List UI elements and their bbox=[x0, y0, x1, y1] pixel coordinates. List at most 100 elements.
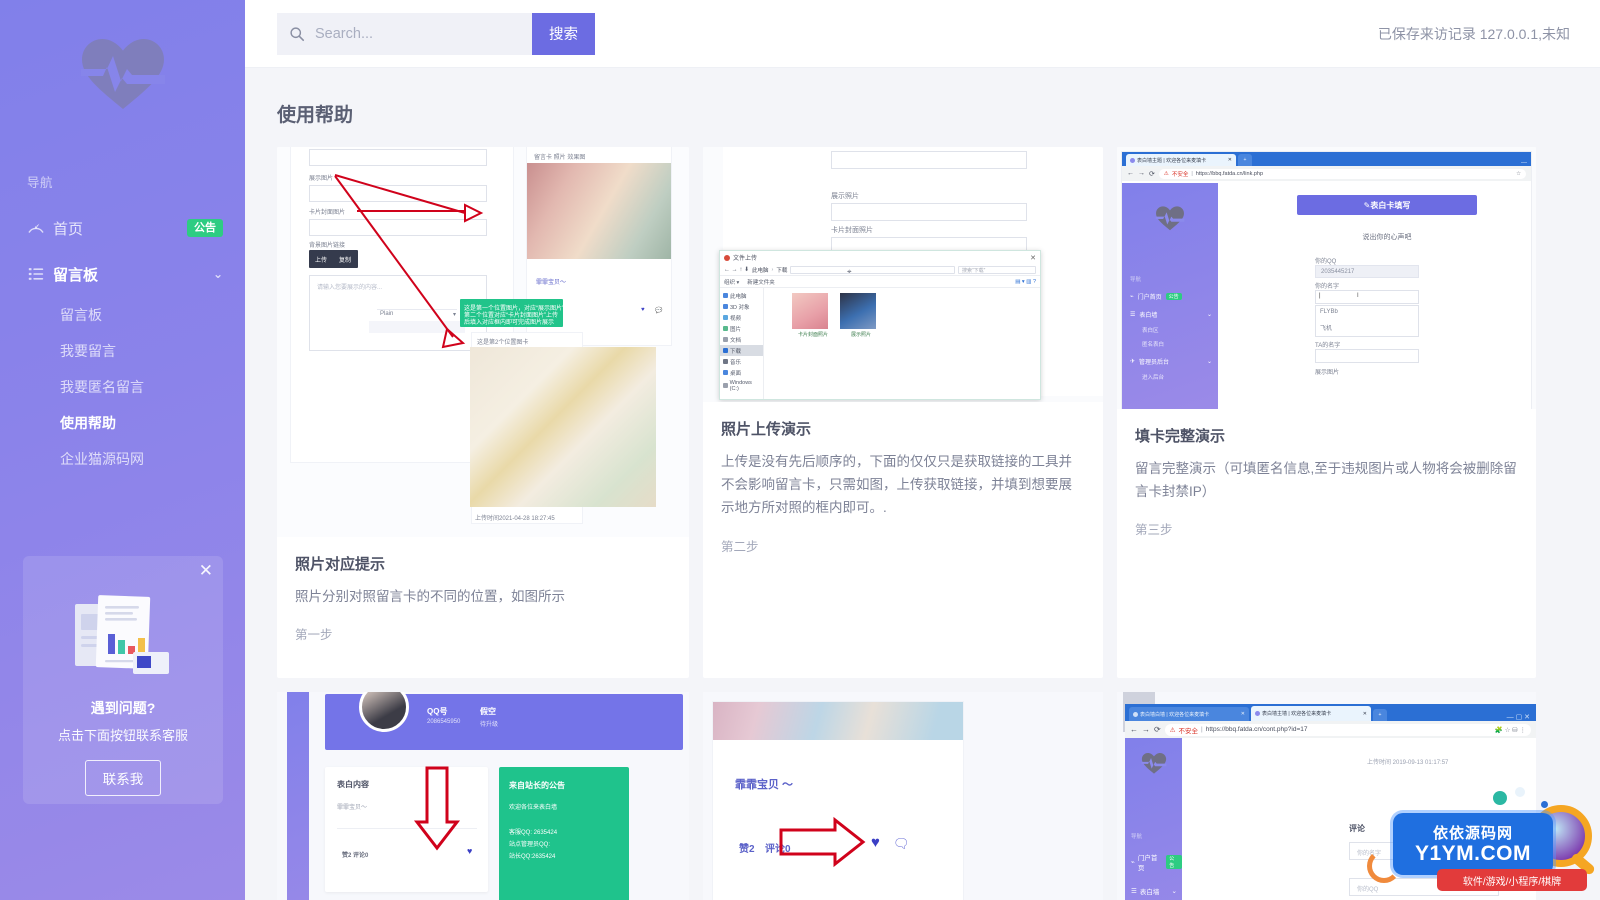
form-subtitle: 说出你的心声吧 bbox=[1362, 234, 1412, 241]
cursor-icon: ⌖ bbox=[847, 267, 852, 276]
dialog-organize-button[interactable]: 组织 ▾ bbox=[724, 278, 739, 286]
page-title: 使用帮助 bbox=[277, 105, 354, 126]
app-root: 导航 首页 公告 留言板 ⌄ 留言板 我要留言 我要匿名留言 使用帮助 企业猫源… bbox=[0, 0, 1600, 900]
address-text: https://bbq.fatda.cn/cont.php?id=17 bbox=[1205, 726, 1308, 733]
card-text: 上传是没有先后顺序的，下面的仅仅只是获取链接的工具并不会影响留言卡，只需如图，上… bbox=[721, 454, 1072, 516]
help-card-photo-mapping[interactable]: 展示图片 卡片封面图片 背景图片链接 上传 复制 请输入您要展示的内容... P… bbox=[277, 147, 689, 678]
forward-button[interactable]: → bbox=[1142, 725, 1150, 734]
help-card-result-demo[interactable]: QQ号 2086545950 假空 待升级 表白内容 霏霏宝贝～ 赞2 评论0 … bbox=[277, 692, 689, 900]
new-tab-button[interactable]: + bbox=[1238, 154, 1252, 166]
close-icon[interactable]: ✕ bbox=[1030, 254, 1036, 262]
extensions-icon[interactable]: 🧩 ☆ ⛁ ⋮ bbox=[1495, 726, 1526, 734]
new-tab-button[interactable]: + bbox=[1373, 709, 1387, 721]
help-card-title: 遇到问题? bbox=[90, 700, 156, 716]
bookmark-icon[interactable]: ☆ bbox=[1516, 171, 1521, 177]
card-title: 照片上传演示 bbox=[721, 421, 812, 438]
help-card-subtitle: 点击下面按钮联系客服 bbox=[57, 728, 188, 743]
mini-nav-subitem[interactable]: 表白区 bbox=[1122, 326, 1218, 334]
dialog-nav-3d[interactable]: 3D 对象 bbox=[720, 301, 763, 312]
sidebar-subitem-label: 企业猫源码网 bbox=[60, 451, 144, 467]
dialog-search-input[interactable]: 搜索“下载” bbox=[958, 265, 1036, 274]
sidebar-subitem-label: 我要留言 bbox=[60, 343, 116, 359]
dialog-nav-downloads[interactable]: 下载 bbox=[720, 345, 763, 356]
mini-nav-item[interactable]: ✈ 管理员后台 ⌄ bbox=[1122, 357, 1218, 366]
card-text: 留言完整演示（可填匿名信息,至于违规图片或人物将会被删除留言卡封禁IP） bbox=[1135, 461, 1517, 500]
sidebar: 导航 首页 公告 留言板 ⌄ 留言板 我要留言 我要匿名留言 使用帮助 企业猫源… bbox=[0, 0, 245, 900]
dialog-nav-this-pc[interactable]: 此电脑 bbox=[720, 290, 763, 301]
help-card-like-demo[interactable]: 霏霏宝贝 ～ 赞2 评论0 ♥ 🗨 bbox=[703, 692, 1103, 900]
sidebar-subitem-help[interactable]: 使用帮助 bbox=[0, 405, 245, 441]
reload-button[interactable]: ⟳ bbox=[1154, 725, 1161, 734]
security-label: 不安全 bbox=[1171, 171, 1189, 178]
thumbnail-complete-demo: 表白墙主题 | 欢迎各位来麦填卡 ✕ + — ← → ⟳ ⚠ 不安全 | htt… bbox=[1117, 147, 1536, 409]
file-upload-dialog: 文件上传 ✕ ← → ↑ ⬇ 此电脑 › 下载 搜索“下载” 组织 ▾ 新建文件… bbox=[719, 250, 1041, 400]
contact-support-button[interactable]: 联系我 bbox=[84, 760, 162, 796]
thumbnail-result-demo: QQ号 2086545950 假空 待升级 表白内容 霏霏宝贝～ 赞2 评论0 … bbox=[277, 692, 689, 900]
card-body: 照片上传演示 上传是没有先后顺序的，下面的仅仅只是获取链接的工具并不会影响留言卡… bbox=[703, 402, 1103, 577]
help-card-photo-upload[interactable]: 展示照片 卡片封面照片 文件上传 ✕ ← → ↑ ⬇ 此电脑 › 下载 搜索“下… bbox=[703, 147, 1103, 678]
sidebar-subitem-label: 我要匿名留言 bbox=[60, 379, 144, 395]
dialog-nav-windows-c[interactable]: Windows (C:) bbox=[720, 378, 763, 393]
file-item[interactable]: 展示照片 bbox=[840, 293, 882, 338]
dialog-title: 文件上传 bbox=[733, 256, 758, 262]
help-promo-card: ✕ 遇到问题? 点击下面按钮联系客服 联系我 bbox=[23, 556, 223, 804]
dialog-nav-pictures[interactable]: 图片 bbox=[720, 323, 763, 334]
nav-heading: 导航 bbox=[27, 176, 54, 190]
dialog-nav-documents[interactable]: 文档 bbox=[720, 334, 763, 345]
sidebar-item-label: 首页 bbox=[53, 220, 84, 238]
card-title: 照片对应提示 bbox=[295, 556, 386, 573]
browser-tab-title[interactable]: 表白墙白墙 | 欢迎各位来麦填卡 bbox=[1140, 711, 1209, 718]
list-icon bbox=[27, 265, 53, 283]
main-area: 搜索 已保存来访记录 127.0.0.1,未知 使用帮助 展示图片 bbox=[245, 0, 1600, 900]
sidebar-item-board[interactable]: 留言板 ⌄ bbox=[0, 251, 245, 297]
dialog-new-folder-button[interactable]: 新建文件夹 bbox=[747, 278, 775, 286]
back-button[interactable]: ← bbox=[1127, 170, 1134, 177]
help-card-complete-demo[interactable]: 表白墙主题 | 欢迎各位来麦填卡 ✕ + — ← → ⟳ ⚠ 不安全 | htt… bbox=[1117, 147, 1536, 678]
content-area: 使用帮助 展示图片 卡片封面图片 背景图片链接 上传 复制 请输入您要展示的内容… bbox=[245, 68, 1600, 900]
illustration-icon bbox=[23, 578, 223, 686]
mini-nav-item[interactable]: ☰ 表白墙 ⌄ bbox=[1125, 886, 1182, 896]
search-icon bbox=[289, 26, 305, 42]
file-item[interactable]: 卡片封面照片 bbox=[792, 293, 834, 338]
security-label: 不安全 bbox=[1178, 727, 1199, 735]
sidebar-item-home[interactable]: 首页 公告 bbox=[0, 205, 245, 251]
fill-card-banner[interactable]: ✎表白卡填写 bbox=[1297, 195, 1477, 215]
sidebar-subitem-source-site[interactable]: 企业猫源码网 bbox=[0, 441, 245, 477]
dialog-path-root: 此电脑 bbox=[752, 267, 769, 274]
mini-nav-subitem[interactable]: 匿名表白 bbox=[1122, 340, 1218, 348]
browser-tab-title[interactable]: 表白墙主题 | 欢迎各位来麦填卡 bbox=[1137, 157, 1206, 164]
help-card-comment-demo[interactable]: 表白墙白墙 | 欢迎各位来麦填卡 ✕ 表白墙主墙 | 欢迎各位来麦填卡 ✕ + — … bbox=[1117, 692, 1536, 900]
card-text: 照片分别对照留言卡的不同的位置，如图所示 bbox=[295, 589, 565, 604]
sidebar-subitem-label: 使用帮助 bbox=[60, 415, 116, 431]
mini-nav-item[interactable]: ☰ 表白墙 ⌄ bbox=[1122, 310, 1218, 319]
sidebar-subitem-post[interactable]: 我要留言 bbox=[0, 333, 245, 369]
back-button[interactable]: ← bbox=[1130, 725, 1138, 734]
status-badge: 公告 bbox=[187, 219, 223, 237]
search-box[interactable] bbox=[277, 12, 532, 55]
visit-record-text: 已保存来访记录 127.0.0.1,未知 bbox=[1377, 25, 1570, 42]
close-icon[interactable]: ✕ bbox=[199, 562, 213, 579]
card-step: 第一步 bbox=[295, 628, 333, 643]
brand-logo[interactable] bbox=[0, 0, 245, 150]
card-title: 填卡完整演示 bbox=[1135, 428, 1226, 445]
mini-nav-item[interactable]: ⌁ 门户首页 公告 bbox=[1125, 852, 1182, 872]
address-bar[interactable]: ⚠ 不安全 | https://bbq.fatda.cn/cont.php?id… bbox=[1164, 723, 1531, 736]
search-input[interactable] bbox=[315, 25, 520, 42]
speedometer-icon bbox=[27, 219, 53, 237]
dialog-nav-music[interactable]: 音乐 bbox=[720, 356, 763, 367]
address-bar[interactable]: ⚠ 不安全 | https://bbq.fatda.cn/link.php ☆ bbox=[1158, 168, 1526, 179]
reload-button[interactable]: ⟳ bbox=[1149, 170, 1155, 178]
dialog-nav-desktop[interactable]: 桌面 bbox=[720, 367, 763, 378]
mini-nav-item[interactable]: ⌁ 门户首页 公告 bbox=[1122, 292, 1218, 301]
mini-nav-subitem[interactable]: 进入后台 bbox=[1122, 373, 1218, 381]
heartbeat-logo-icon bbox=[79, 36, 167, 115]
forward-button[interactable]: → bbox=[1138, 170, 1145, 177]
thumbnail-photo-mapping: 展示图片 卡片封面图片 背景图片链接 上传 复制 请输入您要展示的内容... P… bbox=[277, 147, 689, 537]
browser-tab-title[interactable]: 表白墙主墙 | 欢迎各位来麦填卡 bbox=[1262, 710, 1331, 717]
sidebar-subitem-label: 留言板 bbox=[60, 307, 102, 323]
chevron-down-icon[interactable]: ⌄ bbox=[213, 267, 223, 281]
dialog-nav-video[interactable]: 视频 bbox=[720, 312, 763, 323]
sidebar-subitem-anonymous-post[interactable]: 我要匿名留言 bbox=[0, 369, 245, 405]
search-button[interactable]: 搜索 bbox=[532, 12, 595, 55]
sidebar-subitem-board[interactable]: 留言板 bbox=[0, 297, 245, 333]
